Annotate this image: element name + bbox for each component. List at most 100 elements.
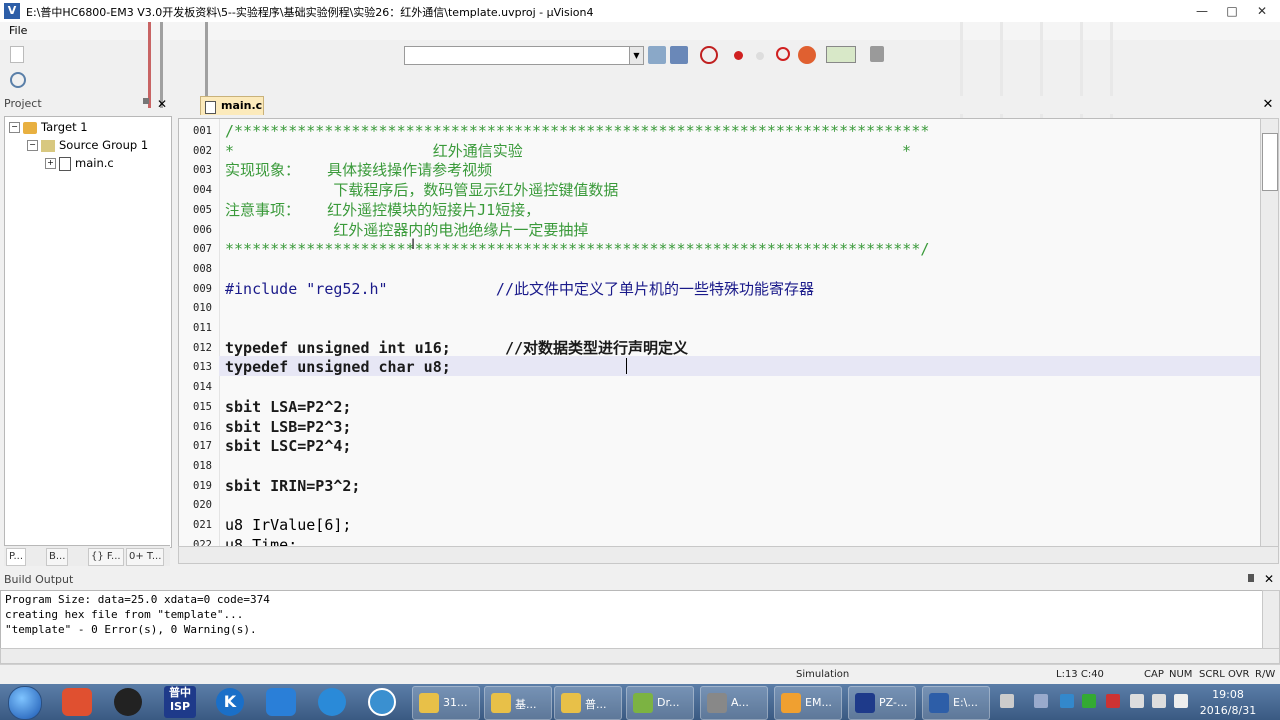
close-editor-icon[interactable]: ✕: [1260, 97, 1276, 113]
close-button[interactable]: ✕: [1250, 2, 1274, 20]
code-line: 下载程序后，数码管显示红外遥控键值数据: [225, 181, 619, 200]
collapse-icon[interactable]: −: [9, 122, 20, 133]
breakpoint-icon[interactable]: [734, 51, 743, 60]
project-tree: − Target 1 − Source Group 1 + main.c: [4, 116, 172, 548]
project-panel-title: Project: [4, 97, 42, 110]
tab-label: main.c: [221, 99, 263, 112]
collapse-icon[interactable]: −: [27, 140, 38, 151]
tray-device-icon[interactable]: [1130, 694, 1144, 708]
wifi-icon[interactable]: [1034, 694, 1048, 708]
taskbar-window-button[interactable]: 基...: [484, 686, 552, 720]
minimize-button[interactable]: —: [1190, 2, 1214, 20]
wrench-icon[interactable]: [870, 46, 884, 62]
start-button-icon[interactable]: [8, 686, 42, 720]
tab-project[interactable]: P...: [6, 548, 27, 566]
build-icon[interactable]: [648, 46, 666, 64]
pin-icon[interactable]: [1248, 574, 1254, 582]
mouse-cursor-icon: I: [411, 237, 416, 253]
tray-green-icon[interactable]: [1082, 694, 1096, 708]
qq-icon[interactable]: [114, 688, 142, 716]
debug-icon[interactable]: [700, 46, 718, 64]
kill-breakpoints-icon[interactable]: [776, 47, 790, 61]
status-rw: R/W: [1255, 669, 1276, 680]
editor-horizontal-scrollbar[interactable]: [178, 546, 1279, 564]
taskbar-button-label: PZ-...: [879, 696, 908, 709]
target-select[interactable]: ▼: [404, 46, 644, 65]
taskbar-window-button[interactable]: A...: [700, 686, 768, 720]
shield-icon[interactable]: [1060, 694, 1074, 708]
line-number: 002: [193, 144, 212, 157]
tab-functions[interactable]: {} F...: [88, 548, 124, 566]
tree-item-label: Target 1: [41, 120, 88, 134]
pinned-app-icon[interactable]: [62, 688, 92, 716]
output-horizontal-scrollbar[interactable]: [0, 648, 1280, 664]
battery-icon[interactable]: [1152, 694, 1166, 708]
line-number: 016: [193, 420, 212, 433]
output-vertical-scrollbar[interactable]: [1262, 590, 1280, 650]
media-player-icon[interactable]: [318, 688, 346, 716]
scrollbar-thumb[interactable]: [1262, 133, 1278, 191]
line-number-gutter: 001 002 003 004 005 006 007 008 009 010 011 012 013 0…: [179, 119, 220, 547]
s-app-icon[interactable]: [368, 688, 396, 716]
folder-icon: [41, 139, 55, 152]
editor-vertical-scrollbar[interactable]: [1260, 118, 1279, 548]
window-title: E:\普中HC6800-EM3 V3.0开发板资料\5--实验程序\基础实验例程…: [26, 6, 594, 19]
clock-time[interactable]: 19:08: [1208, 688, 1248, 701]
status-scrl: SCRL: [1199, 669, 1225, 680]
menu-file[interactable]: File: [9, 24, 27, 37]
folder-icon: [491, 693, 511, 713]
line-number: 009: [193, 282, 212, 295]
tray-red-icon[interactable]: [1106, 694, 1120, 708]
taskbar-button-label: 普...: [585, 698, 607, 711]
window-layout-icon[interactable]: [826, 46, 856, 63]
taskbar-button-label: Dr...: [657, 696, 680, 709]
volume-icon[interactable]: [1174, 694, 1188, 708]
build-output-panel[interactable]: Program Size: data=25.0 xdata=0 code=374…: [0, 590, 1264, 650]
panel-close-icon[interactable]: ✕: [1264, 572, 1274, 586]
taskbar-window-button[interactable]: 普...: [554, 686, 622, 720]
tab-main-c[interactable]: main.c: [200, 96, 264, 115]
kill-all-icon[interactable]: [798, 46, 816, 64]
taskbar-button-label: 基...: [515, 698, 537, 711]
k-app-icon[interactable]: K: [216, 688, 244, 716]
network-app-icon[interactable]: [266, 688, 296, 716]
code-line: typedef unsigned char u8;: [225, 358, 451, 377]
tree-item-label: main.c: [75, 156, 114, 170]
tree-item-source-group[interactable]: − Source Group 1: [27, 138, 148, 156]
folder-icon: [561, 693, 581, 713]
tree-item-main-c[interactable]: + main.c: [45, 156, 114, 174]
panel-close-icon[interactable]: ✕: [157, 97, 167, 111]
pin-icon[interactable]: [143, 98, 149, 104]
tray-keyboard-icon[interactable]: [1000, 694, 1014, 708]
taskbar-window-button[interactable]: PZ-...: [848, 686, 916, 720]
download-icon[interactable]: [10, 72, 26, 88]
tab-books[interactable]: B...: [46, 548, 69, 566]
taskbar-button-label: E:\...: [953, 696, 978, 709]
rebuild-icon[interactable]: [670, 46, 688, 64]
tab-templates[interactable]: 0+ T...: [126, 548, 165, 566]
taskbar-button-label: 31...: [443, 696, 468, 709]
status-cursor-position: L:13 C:40: [1056, 669, 1104, 680]
chevron-down-icon[interactable]: ▼: [629, 47, 643, 64]
taskbar-window-button[interactable]: E:\...: [922, 686, 990, 720]
line-number: 017: [193, 440, 212, 453]
new-file-icon[interactable]: [10, 46, 24, 63]
android-icon: [633, 693, 653, 713]
expand-icon[interactable]: +: [45, 158, 56, 169]
breakpoint-disabled-icon[interactable]: [756, 52, 764, 60]
line-number: 014: [193, 381, 212, 394]
isp-icon[interactable]: 普中 ISP: [164, 686, 196, 718]
code-editor[interactable]: 001 002 003 004 005 006 007 008 009 010 011 012 013 0…: [178, 118, 1262, 548]
line-number: 019: [193, 479, 212, 492]
maximize-button[interactable]: □: [1220, 2, 1244, 20]
line-number: 018: [193, 459, 212, 472]
code-line: sbit IRIN=P3^2;: [225, 476, 361, 495]
taskbar-window-button[interactable]: Dr...: [626, 686, 694, 720]
app-icon: [781, 693, 801, 713]
taskbar-window-button[interactable]: 31...: [412, 686, 480, 720]
clock-date[interactable]: 2016/8/31: [1198, 704, 1258, 717]
tree-item-target[interactable]: − Target 1: [9, 120, 88, 138]
editor-tab-bar: [176, 96, 1280, 114]
taskbar-window-button[interactable]: EM...: [774, 686, 842, 720]
isp-icon: [855, 693, 875, 713]
